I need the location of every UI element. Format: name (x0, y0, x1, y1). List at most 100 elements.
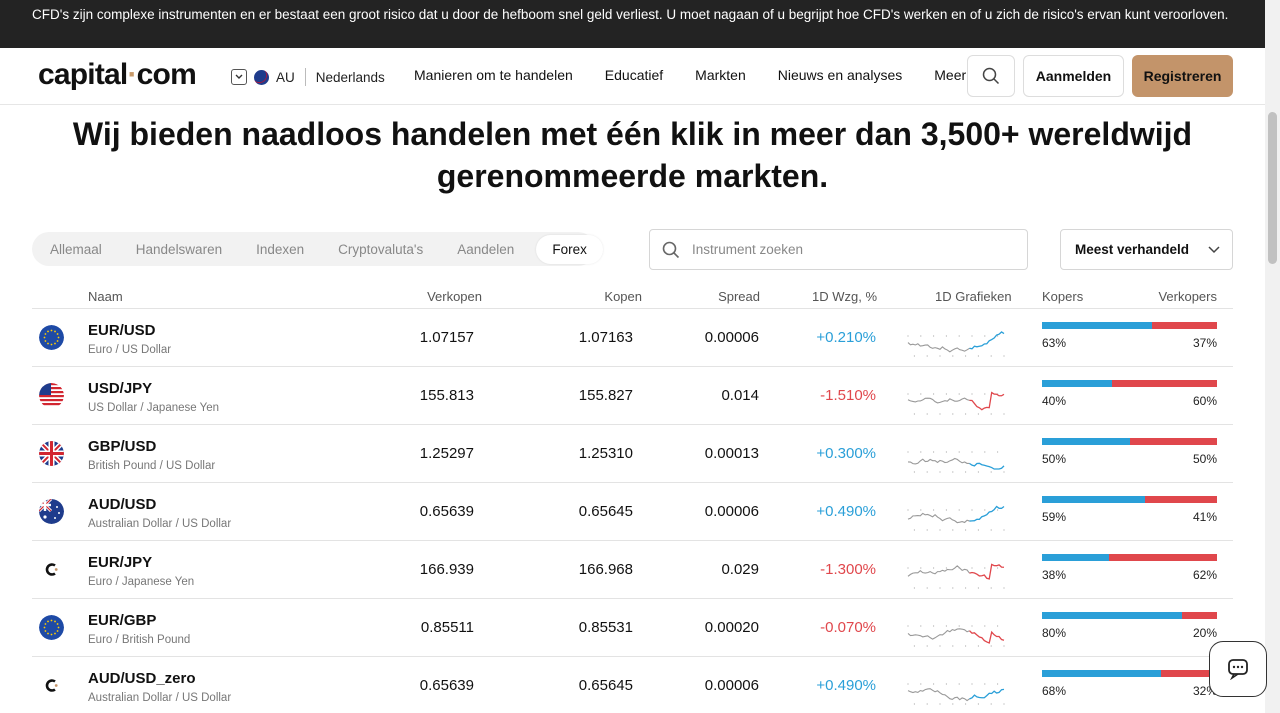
sort-selected-value: Meest verhandeld (1075, 242, 1190, 257)
eu-flag-icon (39, 615, 64, 640)
capital-com-logo[interactable]: capital·com (38, 58, 197, 92)
buy-price[interactable]: 1.25310 (579, 445, 633, 462)
col-spread[interactable]: Spread (718, 289, 760, 304)
instrument-search (649, 229, 1028, 270)
buy-price[interactable]: 0.85531 (579, 619, 633, 636)
spread-value: 0.029 (721, 561, 759, 578)
sell-price[interactable]: 0.65639 (420, 677, 474, 694)
register-button[interactable]: Registreren (1132, 55, 1233, 97)
instrument-symbol[interactable]: USD/JPY (88, 380, 152, 397)
table-row[interactable]: EUR/JPY Euro / Japanese Yen 166.939 166.… (32, 541, 1233, 599)
buy-price[interactable]: 0.65645 (579, 677, 633, 694)
spread-value: 0.014 (721, 387, 759, 404)
sparkline-chart (906, 374, 1010, 418)
language-selector[interactable]: Nederlands (316, 70, 385, 85)
instrument-symbol[interactable]: AUD/USD (88, 496, 156, 513)
sentiment-bar (1042, 496, 1217, 503)
site-header: capital·com AU Nederlands Manieren om te… (0, 48, 1265, 105)
spread-value: 0.00006 (704, 329, 759, 346)
logo-text-left: capital (38, 58, 128, 91)
tab-crypto[interactable]: Cryptovaluta's (338, 242, 440, 257)
sellers-bar (1108, 554, 1217, 561)
buy-price[interactable]: 1.07163 (579, 329, 633, 346)
sort-dropdown[interactable]: Meest verhandeld (1060, 229, 1233, 270)
tab-all[interactable]: Allemaal (50, 242, 119, 257)
nav-ways-to-trade[interactable]: Manieren om te handelen (414, 67, 573, 83)
sell-price[interactable]: 0.85511 (421, 619, 474, 636)
buyers-percent: 80% (1042, 626, 1067, 640)
login-button[interactable]: Aanmelden (1023, 55, 1124, 97)
col-change[interactable]: 1D Wzg, % (812, 289, 877, 304)
daily-change: -1.300% (820, 561, 876, 578)
spread-value: 0.00020 (704, 619, 759, 636)
sell-price[interactable]: 0.65639 (420, 503, 474, 520)
buyers-percent: 38% (1042, 568, 1067, 582)
chevron-down-icon (231, 69, 247, 85)
instrument-symbol[interactable]: EUR/JPY (88, 554, 152, 571)
sell-price[interactable]: 1.07157 (420, 329, 474, 346)
buyers-percent: 50% (1042, 452, 1067, 466)
sentiment-bar (1042, 554, 1217, 561)
sellers-percent: 37% (1192, 336, 1217, 350)
scrollbar-track[interactable] (1265, 0, 1280, 713)
sellers-percent: 20% (1192, 626, 1217, 640)
col-name[interactable]: Naam (88, 289, 123, 304)
region-selector[interactable]: AU Nederlands (231, 67, 385, 87)
table-row[interactable]: AUD/USD Australian Dollar / US Dollar 0.… (32, 483, 1233, 541)
eu-flag-icon (39, 325, 64, 350)
daily-change: +0.300% (816, 445, 876, 462)
instrument-search-input[interactable] (692, 242, 992, 257)
sellers-bar (1112, 380, 1217, 387)
search-button[interactable] (967, 55, 1015, 97)
nav-news-analysis[interactable]: Nieuws en analyses (778, 67, 903, 83)
search-icon (982, 67, 1000, 85)
table-row[interactable]: USD/JPY US Dollar / Japanese Yen 155.813… (32, 367, 1233, 425)
buyers-bar (1042, 612, 1182, 619)
instrument-symbol[interactable]: EUR/USD (88, 322, 156, 339)
logo-text-right: com (136, 58, 197, 91)
sellers-percent: 41% (1192, 510, 1217, 524)
sell-price[interactable]: 155.813 (420, 387, 474, 404)
sparkline-chart (906, 664, 1010, 708)
instrument-symbol[interactable]: AUD/USD_zero (88, 670, 196, 687)
tab-shares[interactable]: Aandelen (457, 242, 531, 257)
buy-price[interactable]: 155.827 (579, 387, 633, 404)
daily-change: -1.510% (820, 387, 876, 404)
nav-education[interactable]: Educatief (605, 67, 663, 83)
daily-change: +0.490% (816, 503, 876, 520)
table-row[interactable]: EUR/USD Euro / US Dollar 1.07157 1.07163… (32, 309, 1233, 367)
buyers-percent: 63% (1042, 336, 1067, 350)
nav-markets[interactable]: Markten (695, 67, 746, 83)
buy-price[interactable]: 166.968 (579, 561, 633, 578)
sentiment-bar (1042, 670, 1217, 677)
au-flag-icon (39, 499, 64, 524)
nav-more[interactable]: Meer (934, 67, 966, 83)
scrollbar-thumb[interactable] (1268, 112, 1277, 264)
col-buy[interactable]: Kopen (604, 289, 642, 304)
table-row[interactable]: GBP/USD British Pound / US Dollar 1.2529… (32, 425, 1233, 483)
col-buyers: Kopers (1042, 289, 1084, 304)
tab-forex[interactable]: Forex (536, 234, 603, 264)
main-nav: Manieren om te handelen Educatief Markte… (414, 67, 966, 83)
sell-price[interactable]: 1.25297 (420, 445, 474, 462)
table-row[interactable]: EUR/GBP Euro / British Pound 0.85511 0.8… (32, 599, 1233, 657)
sell-price[interactable]: 166.939 (420, 561, 474, 578)
heading-line-2: gerenommeerde markten. (436, 158, 829, 194)
tab-commodities[interactable]: Handelswaren (136, 242, 239, 257)
instrument-symbol[interactable]: GBP/USD (88, 438, 156, 455)
instrument-symbol[interactable]: EUR/GBP (88, 612, 156, 629)
page: CFD's zijn complexe instrumenten en er b… (0, 0, 1280, 713)
buyers-bar (1042, 438, 1130, 445)
region-code: AU (276, 69, 295, 85)
buyers-percent: 59% (1042, 510, 1067, 524)
logo-dot: · (127, 58, 137, 91)
tab-indices[interactable]: Indexen (256, 242, 321, 257)
sellers-bar (1182, 612, 1217, 619)
buyers-bar (1042, 322, 1153, 329)
col-sell[interactable]: Verkopen (427, 289, 482, 304)
table-row[interactable]: AUD/USD_zero Australian Dollar / US Doll… (32, 657, 1233, 713)
chat-button[interactable] (1209, 641, 1267, 697)
buy-price[interactable]: 0.65645 (579, 503, 633, 520)
col-sellers: Verkopers (1158, 289, 1217, 304)
instrument-name: Australian Dollar / US Dollar (88, 692, 232, 704)
